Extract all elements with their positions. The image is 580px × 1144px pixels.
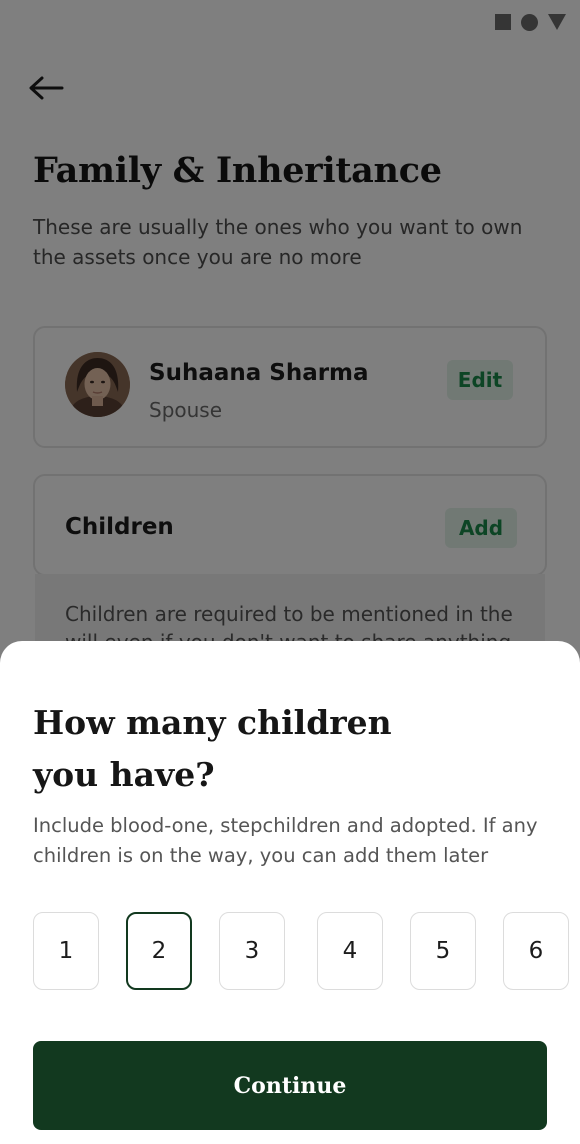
option-5[interactable]: 5 <box>410 912 476 990</box>
option-4[interactable]: 4 <box>317 912 383 990</box>
option-3[interactable]: 3 <box>219 912 285 990</box>
sheet-subtitle: Include blood-one, stepchildren and adop… <box>33 814 538 867</box>
option-2[interactable]: 2 <box>126 912 192 990</box>
bottom-sheet: How many children you have? Include bloo… <box>0 641 580 1144</box>
continue-button[interactable]: Continue <box>33 1041 547 1130</box>
sheet-title: How many children you have? <box>33 703 392 794</box>
option-6[interactable]: 6 <box>503 912 569 990</box>
option-1[interactable]: 1 <box>33 912 99 990</box>
